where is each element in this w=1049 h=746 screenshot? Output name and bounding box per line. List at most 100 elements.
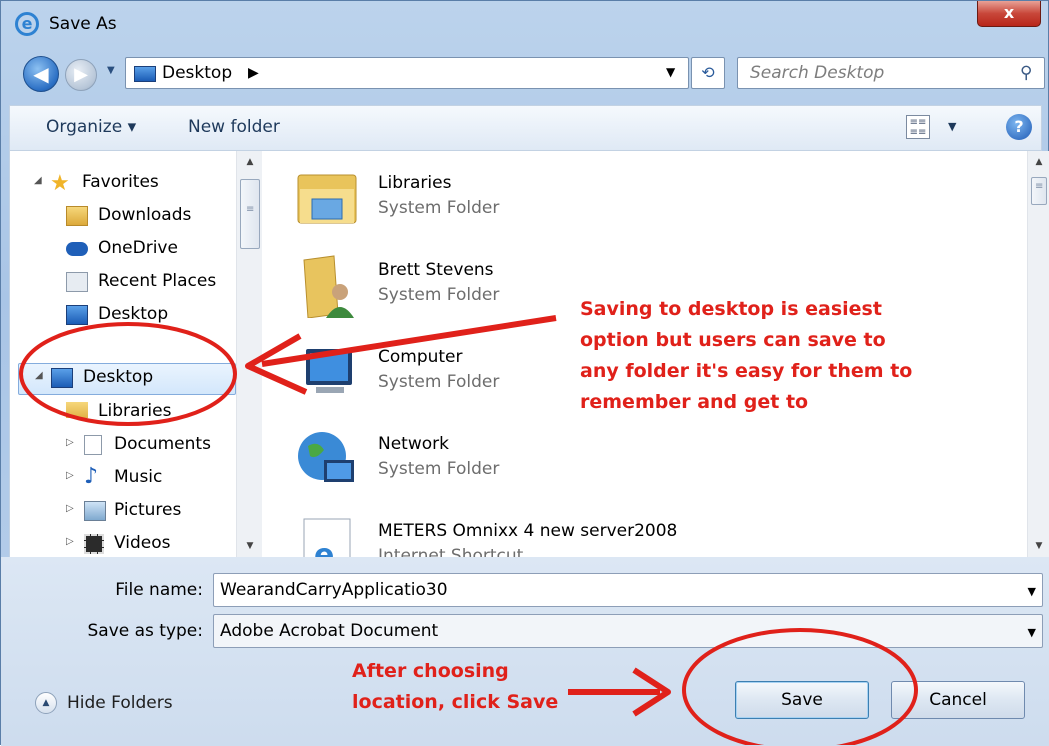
sidebar-item-label: Desktop [98, 304, 169, 324]
desktop-icon [51, 368, 73, 388]
recent-places-icon [66, 272, 88, 292]
change-view-icon[interactable]: ≡≡ ≡≡ [906, 115, 930, 139]
sidebar-item-pictures[interactable]: ▷ Pictures [10, 497, 236, 527]
chevron-up-icon: ▲ [35, 692, 57, 714]
onedrive-cloud-icon [66, 242, 88, 256]
music-icon: ♪ [84, 464, 99, 489]
scroll-down-icon[interactable]: ▼ [237, 535, 263, 557]
internet-shortcut-icon: e [294, 513, 360, 557]
file-type: System Folder [378, 372, 500, 392]
libraries-folder-icon [294, 165, 360, 231]
sidebar-item-label: Videos [114, 533, 171, 553]
organize-menu[interactable]: Organize ▾ [46, 117, 136, 137]
list-item[interactable]: Libraries System Folder [294, 159, 854, 239]
search-icon[interactable]: ⚲ [1020, 63, 1032, 83]
sidebar-item-label: Recent Places [98, 271, 217, 291]
scroll-up-icon[interactable]: ▲ [1028, 151, 1049, 173]
sidebar-item-onedrive[interactable]: OneDrive [10, 235, 236, 265]
file-name-value[interactable]: WearandCarryApplicatio30 [220, 580, 448, 600]
navigation-pane: ◢ ★ Favorites Downloads OneDrive Recent … [10, 151, 264, 557]
internet-explorer-icon: e [15, 12, 39, 36]
sidebar-item-label: Libraries [98, 401, 172, 418]
libraries-icon [66, 402, 88, 418]
title-bar: e Save As x [1, 1, 1049, 49]
sidebar-item-recent-places[interactable]: Recent Places [10, 268, 236, 298]
address-text[interactable]: Desktop [162, 63, 232, 83]
downloads-folder-icon [66, 206, 88, 226]
sidebar-item-label: Desktop [83, 367, 154, 387]
save-as-type-dropdown-icon[interactable]: ▼ [1028, 626, 1036, 639]
sidebar-item-label: OneDrive [98, 238, 178, 258]
save-as-type-select[interactable]: Adobe Acrobat Document ▼ [213, 614, 1043, 648]
file-name: METERS Omnixx 4 new server2008 [378, 521, 678, 541]
file-list-scrollbar[interactable]: ▲ ≡ ▼ [1027, 151, 1049, 557]
videos-icon [84, 534, 104, 554]
pictures-icon [84, 501, 106, 521]
file-type: System Folder [378, 198, 500, 218]
file-name-dropdown-icon[interactable]: ▼ [1028, 585, 1036, 598]
desktop-icon [134, 66, 156, 82]
sidebar-item-libraries[interactable]: Libraries [10, 398, 236, 418]
file-type: System Folder [378, 459, 500, 479]
sidebar-item-desktop[interactable]: ◢ Desktop [18, 363, 236, 395]
file-name: Computer [378, 347, 463, 367]
view-dropdown-icon[interactable]: ▼ [948, 120, 956, 133]
address-bar[interactable]: Desktop ▶ ▼ [125, 57, 689, 89]
expand-arrow-icon[interactable]: ▷ [66, 536, 74, 547]
user-folder-icon [294, 252, 360, 319]
save-as-type-value[interactable]: Adobe Acrobat Document [220, 621, 438, 641]
sidebar-item-desktop-favorite[interactable]: Desktop [10, 301, 236, 331]
navigation-pane-scrollbar[interactable]: ▲ ≡ ▼ [236, 151, 262, 557]
collapse-arrow-icon[interactable]: ◢ [34, 175, 42, 186]
recent-pages-dropdown-icon[interactable]: ▼ [107, 65, 115, 76]
file-type: Internet Shortcut [378, 546, 524, 557]
expand-arrow-icon[interactable]: ▷ [66, 503, 74, 514]
network-globe-icon [294, 426, 360, 492]
scroll-up-icon[interactable]: ▲ [237, 151, 263, 173]
list-item[interactable]: e METERS Omnixx 4 new server2008 Interne… [294, 507, 854, 557]
help-icon[interactable]: ? [1006, 114, 1032, 140]
desktop-icon [66, 305, 88, 325]
search-input[interactable]: Search Desktop ⚲ [737, 57, 1045, 89]
sidebar-item-videos[interactable]: ▷ Videos [10, 530, 236, 557]
file-name-field[interactable]: WearandCarryApplicatio30 ▼ [213, 573, 1043, 607]
expand-arrow-icon[interactable]: ▷ [66, 437, 74, 448]
sidebar-item-label: Pictures [114, 500, 182, 520]
scrollbar-thumb[interactable]: ≡ [1031, 177, 1047, 205]
refresh-icon[interactable]: ⟲ [691, 57, 725, 89]
sidebar-item-downloads[interactable]: Downloads [10, 202, 236, 232]
forward-arrow-icon[interactable]: ▶ [65, 59, 97, 91]
address-dropdown-icon[interactable]: ▼ [666, 65, 675, 79]
scrollbar-thumb[interactable]: ≡ [240, 179, 260, 249]
file-name-label: File name: [115, 580, 203, 600]
sidebar-item-label: Downloads [98, 205, 192, 225]
computer-icon [294, 339, 360, 405]
save-button[interactable]: Save [735, 681, 869, 719]
file-name: Brett Stevens [378, 260, 494, 280]
window-title: Save As [49, 14, 117, 34]
file-type: System Folder [378, 285, 500, 305]
file-name: Network [378, 434, 449, 454]
hide-folders-label: Hide Folders [67, 693, 173, 713]
star-icon: ★ [50, 171, 70, 196]
save-as-type-label: Save as type: [87, 621, 203, 641]
back-arrow-icon[interactable]: ◀ [23, 56, 59, 92]
expand-arrow-icon[interactable]: ▷ [66, 470, 74, 481]
cancel-button[interactable]: Cancel [891, 681, 1025, 719]
command-bar: Organize ▾ New folder ≡≡ ≡≡ ▼ ? [9, 105, 1042, 151]
breadcrumb-separator-icon[interactable]: ▶ [248, 65, 259, 81]
list-item[interactable]: Network System Folder [294, 420, 854, 500]
search-placeholder: Search Desktop [750, 63, 885, 83]
sidebar-item-documents[interactable]: ▷ Documents [10, 431, 236, 461]
scroll-down-icon[interactable]: ▼ [1028, 535, 1049, 557]
sidebar-item-label: Documents [114, 434, 211, 454]
sidebar-item-label: Music [114, 467, 163, 487]
new-folder-button[interactable]: New folder [188, 117, 280, 137]
navigation-bar: ◀ ▶ ▼ Desktop ▶ ▼ ⟲ Search Desktop ⚲ [1, 49, 1049, 99]
collapse-arrow-icon[interactable]: ◢ [35, 370, 43, 381]
sidebar-item-favorites[interactable]: ◢ ★ Favorites [10, 169, 236, 199]
sidebar-item-label: Favorites [82, 172, 159, 192]
documents-icon [84, 435, 102, 455]
close-button[interactable]: x [977, 1, 1041, 27]
sidebar-item-music[interactable]: ▷ ♪ Music [10, 464, 236, 494]
